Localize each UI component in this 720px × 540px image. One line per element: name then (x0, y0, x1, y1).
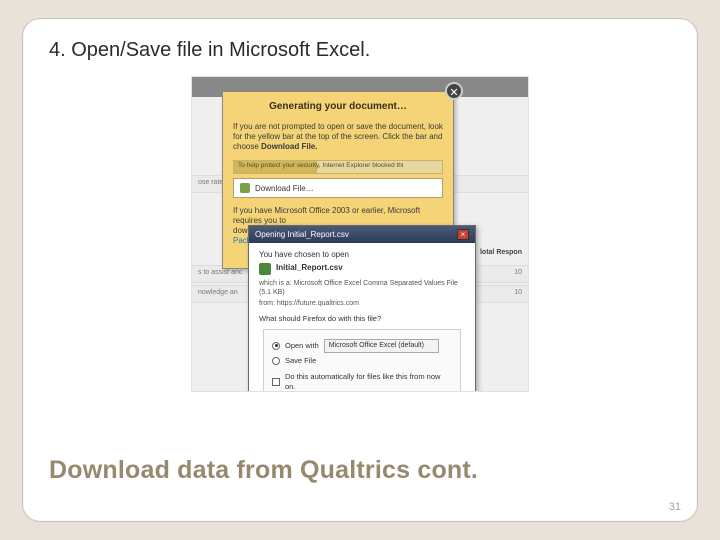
generating-title: Generating your document… (223, 92, 453, 118)
gen-text-bold: Download File. (261, 142, 317, 151)
ie-info-bar-text: To help protect your security, Internet … (238, 162, 403, 169)
embedded-screenshot: ort.. ose rate fici s to assist anc 10 n… (191, 76, 529, 392)
bg-column-header: lotal Respon (480, 249, 522, 256)
choice-group: Open with Microsoft Office Excel (defaul… (263, 329, 461, 392)
save-file-choice[interactable]: Save File (272, 356, 452, 366)
firefox-download-dialog: Opening Initial_Report.csv × You have ch… (248, 225, 476, 392)
download-file-menu-item[interactable]: Download File… (233, 178, 443, 198)
dialog-text: You have chosen to open (259, 250, 465, 261)
remember-label: Do this automatically for files like thi… (285, 372, 452, 392)
file-row: Initial_Report.csv (259, 263, 465, 275)
radio-icon[interactable] (272, 357, 280, 365)
save-file-label: Save File (285, 356, 316, 366)
generating-body: If you are not prompted to open or save … (223, 118, 453, 156)
application-select[interactable]: Microsoft Office Excel (default) (324, 339, 439, 352)
file-icon (259, 263, 271, 275)
file-from-text: from: https://future.qualtrics.com (259, 299, 465, 308)
dialog-question: What should Firefox do with this file? (259, 314, 465, 324)
page-number: 31 (669, 501, 681, 513)
remember-choice[interactable]: Do this automatically for files like thi… (272, 372, 452, 392)
bg-cell: 10 (514, 289, 522, 299)
download-file-label: Download File… (255, 184, 314, 193)
slide-frame: 4. Open/Save file in Microsoft Excel. or… (22, 18, 698, 522)
bg-cell: nowledge an (198, 289, 238, 299)
dialog-content: You have chosen to open Initial_Report.c… (249, 243, 475, 392)
bg-cell: 10 (514, 269, 522, 279)
slide-title: Download data from Qualtrics cont. (49, 456, 478, 485)
dialog-title: Opening Initial_Report.csv (255, 230, 349, 239)
checkbox-icon[interactable] (272, 378, 280, 386)
close-icon[interactable]: ✕ (445, 82, 463, 100)
ie-info-bar: To help protect your security, Internet … (233, 160, 443, 174)
file-type-text: which is a: Microsoft Office Excel Comma… (259, 279, 465, 298)
open-with-label: Open with (285, 341, 319, 351)
open-with-choice[interactable]: Open with Microsoft Office Excel (defaul… (272, 339, 452, 352)
radio-icon[interactable] (272, 342, 280, 350)
gen-text: If you have Microsoft Office 2003 or ear… (233, 206, 420, 225)
download-icon (240, 183, 250, 193)
instruction-text: 4. Open/Save file in Microsoft Excel. (49, 39, 671, 62)
close-icon[interactable]: × (457, 229, 469, 240)
bg-cell: s to assist anc (198, 269, 242, 279)
dialog-titlebar: Opening Initial_Report.csv × (249, 226, 475, 243)
file-name: Initial_Report.csv (276, 263, 343, 274)
